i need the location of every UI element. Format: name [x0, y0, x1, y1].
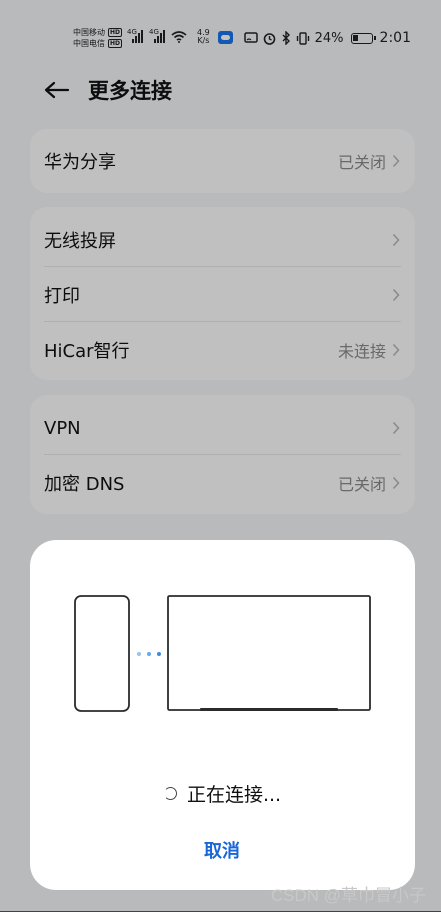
bottom-edge — [0, 911, 441, 915]
phone-to-tv-illustration — [74, 595, 371, 712]
cancel-button[interactable]: 取消 — [162, 830, 282, 870]
connecting-status: 正在连接... — [30, 778, 415, 808]
loading-spinner-icon — [163, 786, 177, 800]
connecting-dots-icon — [137, 652, 161, 656]
projection-connecting-dialog: 正在连接... 取消 — [30, 540, 415, 890]
phone-icon — [74, 595, 130, 712]
connecting-status-text: 正在连接... — [186, 783, 282, 806]
watermark: CSDN @草巾冒小子 — [270, 886, 426, 905]
tv-stand — [200, 708, 338, 711]
tv-icon — [167, 595, 371, 711]
